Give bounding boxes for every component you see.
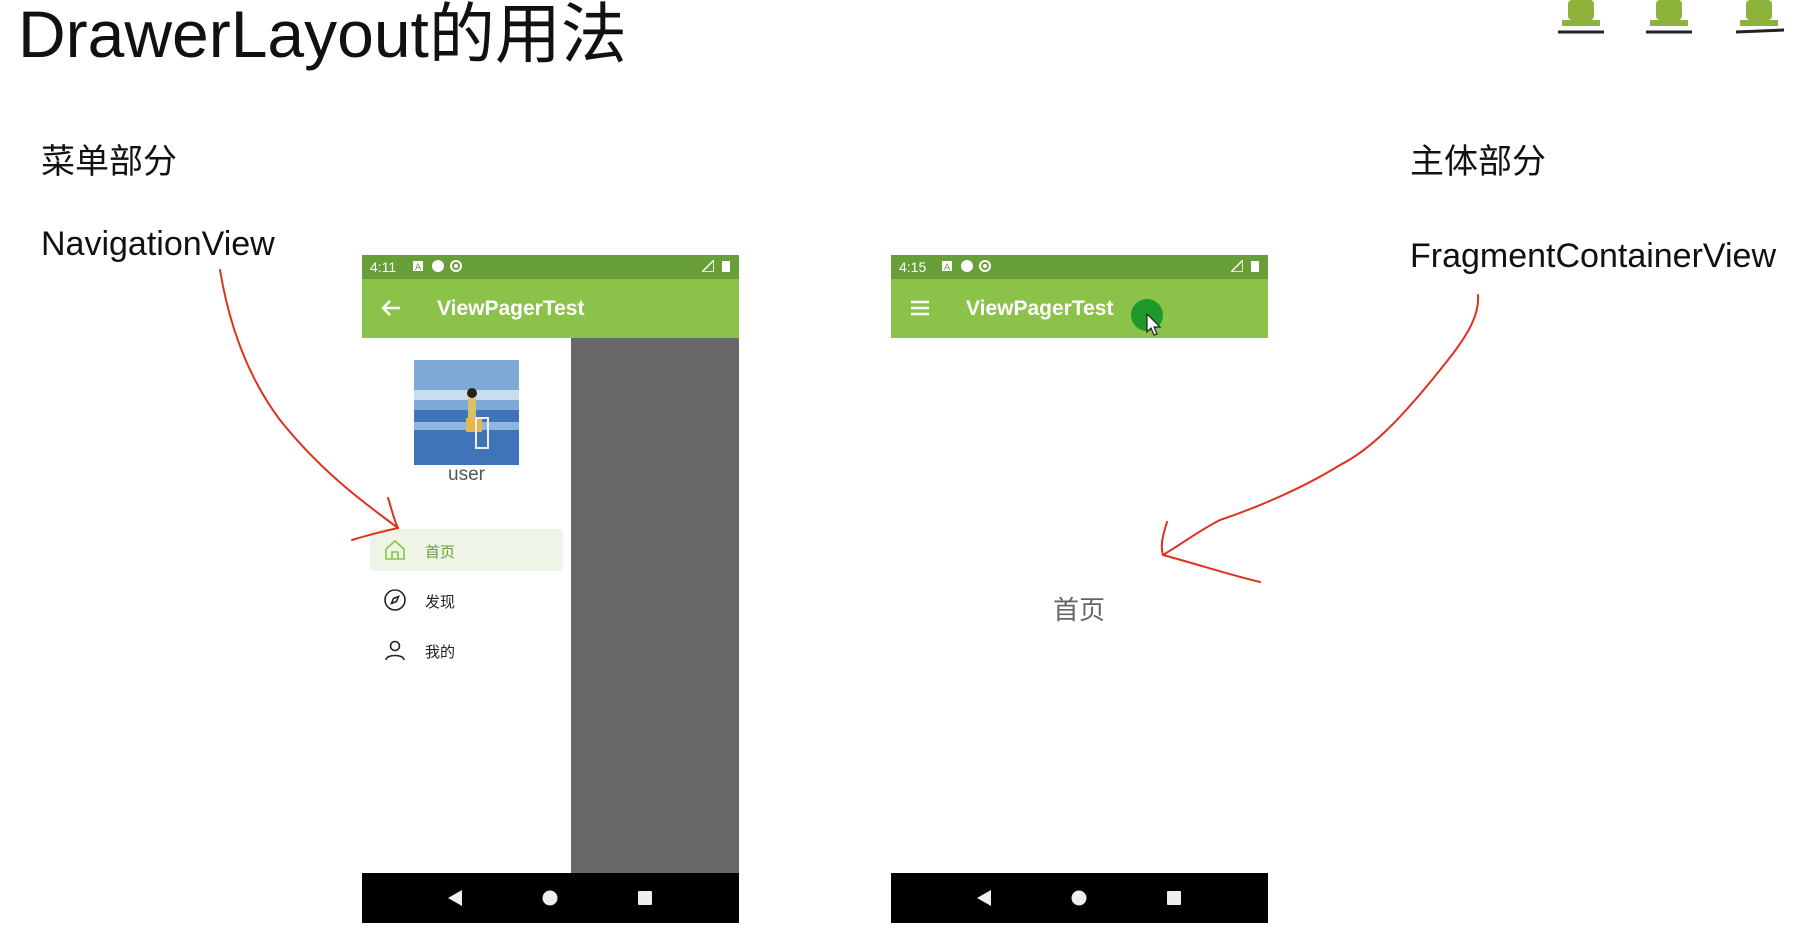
fragmentcontainerview-label: FragmentContainerView xyxy=(1410,237,1776,275)
app-bar: ViewPagerTest xyxy=(362,279,739,338)
battery-icon xyxy=(1251,261,1259,272)
status-time: 4:15 xyxy=(899,259,927,275)
cursor-touch-indicator xyxy=(1131,299,1163,336)
battery-icon xyxy=(722,261,730,272)
nav-home-icon[interactable] xyxy=(1070,889,1088,907)
status-bar: 4:11 A xyxy=(362,255,739,279)
phone-screen-drawer-open: 4:11 A ViewPagerTest user 首页 发现 我的 xyxy=(362,255,739,923)
status-time: 4:11 xyxy=(370,259,397,275)
record-icon xyxy=(432,260,444,272)
system-nav-bar xyxy=(891,873,1268,923)
notification-icon: A xyxy=(942,261,952,272)
drawer-menu-item-home[interactable]: 首页 xyxy=(370,529,563,571)
menu-label-mine: 我的 xyxy=(425,644,456,661)
svg-text:A: A xyxy=(415,263,422,272)
user-name: user xyxy=(448,464,485,485)
signal-icon xyxy=(702,260,714,272)
nav-back-icon[interactable] xyxy=(446,889,464,907)
sync-icon xyxy=(979,260,991,272)
drawer-menu-item-discover[interactable]: 发现 xyxy=(370,579,563,621)
navigationview-label: NavigationView xyxy=(41,225,275,263)
nav-recents-icon[interactable] xyxy=(1165,889,1183,907)
person-icon xyxy=(385,640,405,661)
content-text: 首页 xyxy=(1053,595,1106,625)
nav-recents-icon[interactable] xyxy=(636,889,654,907)
drawer-menu-item-mine[interactable]: 我的 xyxy=(370,629,563,671)
nav-back-icon[interactable] xyxy=(975,889,993,907)
menu-section-heading: 菜单部分 xyxy=(41,143,177,181)
home-icon xyxy=(385,539,405,560)
android-mascot-decoration xyxy=(1558,0,1785,34)
hamburger-menu-icon[interactable] xyxy=(909,297,931,319)
sync-icon xyxy=(450,260,462,272)
body-section-heading: 主体部分 xyxy=(1410,143,1546,181)
menu-label-discover: 发现 xyxy=(425,594,456,611)
slide-title: DrawerLayout的用法 xyxy=(18,0,627,71)
system-nav-bar xyxy=(362,873,739,923)
compass-icon xyxy=(384,589,406,611)
record-icon xyxy=(961,260,973,272)
avatar xyxy=(414,360,519,465)
notification-icon: A xyxy=(413,261,423,272)
back-arrow-icon[interactable] xyxy=(380,297,402,319)
menu-label-home: 首页 xyxy=(425,544,456,561)
nav-home-icon[interactable] xyxy=(541,889,559,907)
drawer-scrim[interactable] xyxy=(571,338,739,873)
svg-text:A: A xyxy=(944,263,951,272)
app-bar-title: ViewPagerTest xyxy=(437,297,585,320)
app-bar: ViewPagerTest xyxy=(891,279,1268,338)
app-bar-title: ViewPagerTest xyxy=(966,297,1114,320)
phone-screen-main: 4:15 A ViewPagerTest 首页 xyxy=(891,255,1268,923)
signal-icon xyxy=(1231,260,1243,272)
status-bar: 4:15 A xyxy=(891,255,1268,279)
